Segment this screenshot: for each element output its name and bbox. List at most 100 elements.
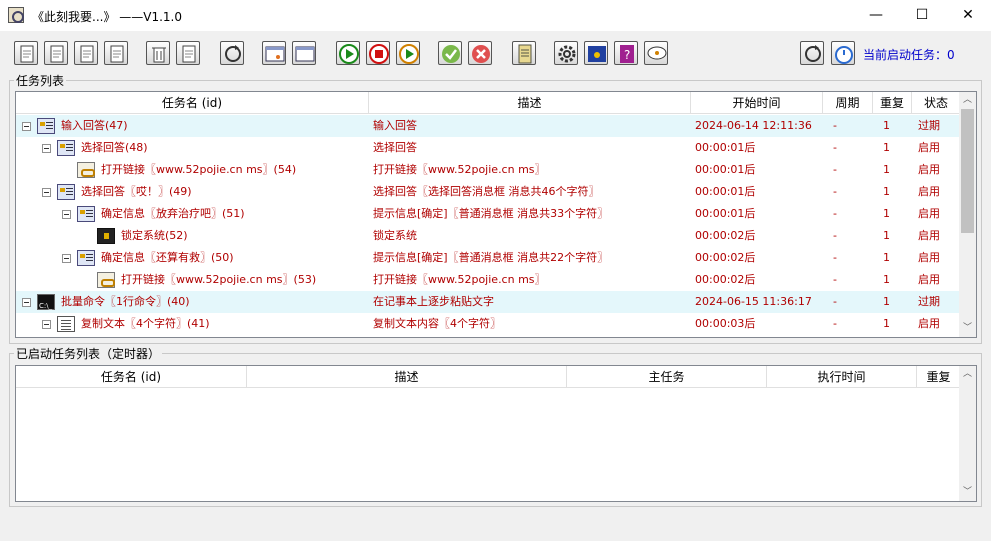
task-repeat: 1 bbox=[883, 119, 890, 132]
table-row[interactable]: 选择回答(48) 选择回答 00:00:01后 - 1 启用 bbox=[16, 137, 961, 159]
scroll-up-icon[interactable]: ︿ bbox=[959, 92, 976, 109]
new-task-button[interactable] bbox=[14, 41, 38, 65]
task-name: 复制文本〖4个字符〗(41) bbox=[81, 317, 210, 330]
close-button[interactable]: ✕ bbox=[945, 0, 991, 31]
app-icon bbox=[8, 7, 24, 23]
task-repeat: 1 bbox=[883, 141, 890, 154]
task-period: - bbox=[833, 251, 837, 264]
table-row[interactable]: 输入回答(47) 输入回答 2024-06-14 12:11:36 - 1 过期 bbox=[16, 115, 961, 137]
timer-list-scrollbar[interactable]: ︿ ﹀ bbox=[959, 366, 976, 501]
notes-button[interactable] bbox=[512, 41, 536, 65]
maximize-button[interactable]: ☐ bbox=[899, 0, 945, 31]
task-start-time: 00:00:01后 bbox=[695, 141, 756, 154]
reload-icon bbox=[805, 45, 821, 62]
copy-task-button[interactable] bbox=[74, 41, 98, 65]
clipboard-icon bbox=[110, 45, 124, 63]
collapse-icon[interactable] bbox=[22, 297, 31, 307]
task-desc: 选择回答 bbox=[373, 141, 417, 154]
task-name: 打开链接〖www.52pojie.cn ms〗(54) bbox=[101, 163, 297, 176]
collapse-icon[interactable] bbox=[62, 253, 71, 263]
task-list-col-2[interactable]: 开始时间 bbox=[691, 92, 823, 113]
timer-list-col-0[interactable]: 任务名 (id) bbox=[16, 366, 247, 387]
table-row[interactable]: 确定信息〖还算有救〗(50) 提示信息[确定]〖普通消息框 消息共22个字符〗 00… bbox=[16, 247, 961, 269]
check-button[interactable] bbox=[438, 41, 462, 65]
task-list-header: 任务名 (id) 描述 开始时间 周期 重复 状态 bbox=[16, 92, 961, 114]
task-desc: 打开链接〖www.52pojie.cn ms〗 bbox=[373, 163, 546, 176]
msg-task-icon bbox=[77, 206, 95, 222]
desktop-button[interactable] bbox=[584, 41, 608, 65]
run-button[interactable] bbox=[396, 41, 420, 65]
paste-task-button[interactable] bbox=[44, 41, 68, 65]
task-list-col-5[interactable]: 状态 bbox=[912, 92, 961, 113]
cancel-icon bbox=[472, 45, 490, 63]
chat-button[interactable] bbox=[644, 41, 668, 65]
msg-task-icon bbox=[57, 140, 75, 156]
delete-button[interactable] bbox=[146, 41, 170, 65]
timer-list-col-2[interactable]: 主任务 bbox=[567, 366, 767, 387]
task-repeat: 1 bbox=[883, 185, 890, 198]
task-period: - bbox=[833, 207, 837, 220]
link-task-icon bbox=[77, 162, 95, 178]
collapse-icon[interactable] bbox=[62, 209, 71, 219]
scroll-down-icon[interactable]: ﹀ bbox=[959, 320, 976, 337]
task-status: 启用 bbox=[918, 251, 940, 264]
help-button[interactable]: ? bbox=[614, 41, 638, 65]
task-desc: 复制文本内容〖4个字符〗 bbox=[373, 317, 501, 330]
window-button[interactable] bbox=[262, 41, 286, 65]
task-start-time: 00:00:01后 bbox=[695, 207, 756, 220]
settings-button[interactable] bbox=[554, 41, 578, 65]
task-list-col-1[interactable]: 描述 bbox=[369, 92, 691, 113]
timer-list-col-1[interactable]: 描述 bbox=[247, 366, 567, 387]
scroll-down-icon[interactable]: ﹀ bbox=[959, 484, 976, 501]
settings-icon bbox=[558, 45, 576, 63]
collapse-icon[interactable] bbox=[42, 187, 51, 197]
task-period: - bbox=[833, 185, 837, 198]
start-button[interactable] bbox=[336, 41, 360, 65]
table-row[interactable]: 确定信息〖放弃治疗吧〗(51) 提示信息[确定]〖普通消息框 消息共33个字符〗 0… bbox=[16, 203, 961, 225]
table-row[interactable]: 打开链接〖www.52pojie.cn ms〗(54) 打开链接〖www.52po… bbox=[16, 159, 961, 181]
task-status: 启用 bbox=[918, 207, 940, 220]
task-name: 输入回答(47) bbox=[61, 119, 128, 132]
timer-list-legend: 已启动任务列表（定时器） bbox=[16, 347, 161, 361]
scroll-thumb[interactable] bbox=[961, 109, 974, 233]
timer-button[interactable] bbox=[831, 41, 855, 65]
table-row[interactable]: 复制文本〖4个字符〗(41) 复制文本内容〖4个字符〗 00:00:03后 - 1 启用 bbox=[16, 313, 961, 335]
refresh-button[interactable] bbox=[220, 41, 244, 65]
task-name: 确定信息〖放弃治疗吧〗(51) bbox=[101, 207, 245, 220]
clean-button[interactable] bbox=[176, 41, 200, 65]
task-repeat: 1 bbox=[883, 229, 890, 242]
task-list-col-4[interactable]: 重复 bbox=[873, 92, 912, 113]
task-list-grid[interactable]: 任务名 (id) 描述 开始时间 周期 重复 状态 输入回答(47) 输入回答 2024-06… bbox=[15, 91, 977, 338]
table-row[interactable]: 选择回答〖哎！〗(49) 选择回答〖选择回答消息框 消息共46个字符〗 00:00:… bbox=[16, 181, 961, 203]
timer-list-col-4[interactable]: 重复 bbox=[917, 366, 961, 387]
collapse-icon[interactable] bbox=[42, 319, 51, 329]
task-list-col-3[interactable]: 周期 bbox=[823, 92, 873, 113]
task-start-time: 00:00:02后 bbox=[695, 229, 756, 242]
cancel-button[interactable] bbox=[468, 41, 492, 65]
link-task-icon bbox=[97, 272, 115, 288]
timer-list-grid[interactable]: 任务名 (id) 描述 主任务 执行时间 重复 ︿ ﹀ bbox=[15, 365, 977, 502]
toolbar: ? bbox=[0, 31, 991, 76]
table-row[interactable]: 批量命令〖1行命令〗(40) 在记事本上逐步粘贴文字 2024-06-15 11:3… bbox=[16, 291, 961, 313]
task-start-time: 00:00:03后 bbox=[695, 317, 756, 330]
refresh-icon bbox=[225, 45, 241, 62]
table-row[interactable]: 锁定系统(52) 锁定系统 00:00:02后 - 1 启用 bbox=[16, 225, 961, 247]
window2-button[interactable] bbox=[292, 41, 316, 65]
reload-button[interactable] bbox=[800, 41, 824, 65]
clipboard-button[interactable] bbox=[104, 41, 128, 65]
collapse-icon[interactable] bbox=[42, 143, 51, 153]
task-start-time: 00:00:01后 bbox=[695, 185, 756, 198]
collapse-icon[interactable] bbox=[22, 121, 31, 131]
window-title: 《此刻我要...》 ——V1.1.0 bbox=[32, 10, 183, 24]
task-repeat: 1 bbox=[883, 273, 890, 286]
task-list-scrollbar[interactable]: ︿ ﹀ bbox=[959, 92, 976, 337]
timer-list-header: 任务名 (id) 描述 主任务 执行时间 重复 bbox=[16, 366, 961, 388]
table-row[interactable]: 打开链接〖www.52pojie.cn ms〗(53) 打开链接〖www.52po… bbox=[16, 269, 961, 291]
stop-button[interactable] bbox=[366, 41, 390, 65]
clean-icon bbox=[182, 45, 196, 63]
task-desc: 在记事本上逐步粘贴文字 bbox=[373, 295, 494, 308]
scroll-up-icon[interactable]: ︿ bbox=[959, 366, 976, 383]
task-list-col-0[interactable]: 任务名 (id) bbox=[16, 92, 369, 113]
timer-list-col-3[interactable]: 执行时间 bbox=[767, 366, 917, 387]
minimize-button[interactable]: — bbox=[853, 0, 899, 31]
